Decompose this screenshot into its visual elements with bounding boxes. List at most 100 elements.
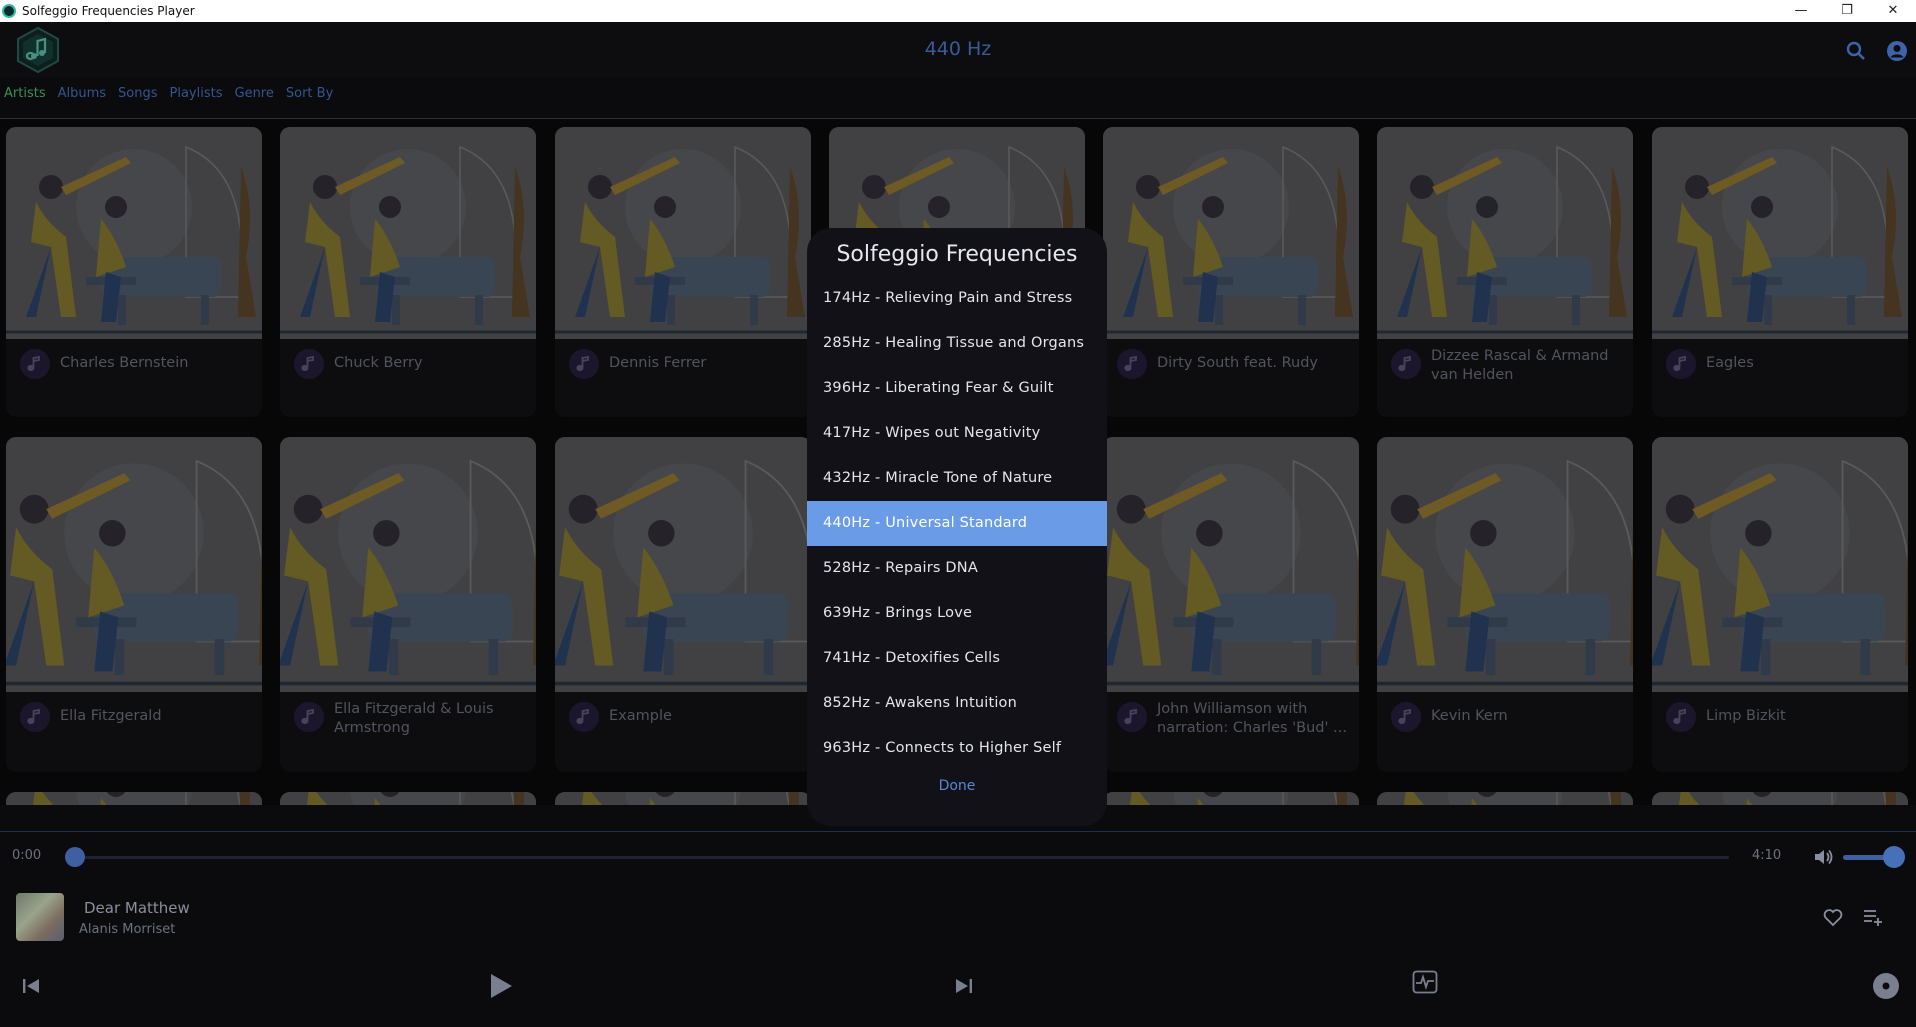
record-disc-icon[interactable] — [1872, 972, 1900, 1000]
frequency-option[interactable]: 396Hz - Liberating Fear & Guilt — [807, 366, 1107, 411]
music-note-icon — [1666, 702, 1696, 732]
app-header: 440 Hz — [0, 22, 1916, 78]
artist-artwork — [1652, 437, 1908, 692]
now-playing-title: Dear Matthew — [84, 899, 190, 917]
music-note-icon — [1117, 702, 1147, 732]
artist-card[interactable]: Kevin Kern — [1377, 437, 1633, 772]
artist-card[interactable]: Dirty South feat. Rudy — [1103, 127, 1359, 417]
seek-bar[interactable] — [75, 856, 1729, 859]
artist-card[interactable] — [280, 792, 536, 805]
tab-songs[interactable]: Songs — [118, 86, 157, 101]
tab-sort-by[interactable]: Sort By — [286, 86, 333, 101]
artist-card[interactable] — [1652, 792, 1908, 805]
artist-artwork — [6, 792, 262, 805]
artist-name: Limp Bizkit — [1706, 708, 1786, 724]
artist-card[interactable] — [1103, 792, 1359, 805]
player-divider — [0, 831, 1916, 832]
frequency-option[interactable]: 432Hz - Miracle Tone of Nature — [807, 456, 1107, 501]
artist-card[interactable]: Example — [555, 437, 811, 772]
artist-card[interactable]: Charles Bernstein — [6, 127, 262, 417]
previous-track-icon[interactable] — [20, 975, 42, 997]
frequency-option[interactable]: 285Hz - Healing Tissue and Organs — [807, 321, 1107, 366]
current-time: 0:00 — [12, 848, 42, 863]
artist-name: Eagles — [1706, 355, 1754, 371]
frequency-list: 174Hz - Relieving Pain and Stress 285Hz -… — [807, 276, 1107, 771]
next-track-icon[interactable] — [953, 975, 975, 997]
dialog-title: Solfeggio Frequencies — [836, 242, 1078, 267]
artist-artwork — [1377, 127, 1633, 339]
frequency-option[interactable]: 174Hz - Relieving Pain and Stress — [807, 276, 1107, 321]
account-icon[interactable] — [1886, 40, 1908, 62]
music-note-icon — [294, 702, 324, 732]
add-to-queue-icon[interactable] — [1862, 906, 1884, 928]
music-note-icon — [1391, 702, 1421, 732]
frequency-activity-icon[interactable] — [1412, 970, 1438, 994]
favorite-heart-icon[interactable] — [1822, 906, 1844, 928]
artist-name: Kevin Kern — [1431, 708, 1508, 724]
artist-artwork — [555, 792, 811, 805]
artist-card[interactable] — [1377, 792, 1633, 805]
now-playing-artwork — [16, 893, 64, 941]
artist-name: Example — [609, 708, 672, 724]
artist-name: Ella Fitzgerald — [60, 708, 162, 724]
frequency-option[interactable]: 528Hz - Repairs DNA — [807, 546, 1107, 591]
minimize-button[interactable]: — — [1778, 0, 1824, 22]
artist-card[interactable]: Ella Fitzgerald & Louis Armstrong — [280, 437, 536, 772]
artist-name: Charles Bernstein — [60, 355, 189, 371]
done-button[interactable]: Done — [807, 778, 1107, 794]
music-note-icon — [569, 702, 599, 732]
volume-handle[interactable] — [1883, 846, 1905, 868]
artist-card[interactable]: Eagles — [1652, 127, 1908, 417]
artist-name: Ella Fitzgerald & Louis Armstrong — [334, 701, 494, 736]
artist-artwork — [280, 437, 536, 692]
volume-icon[interactable] — [1812, 846, 1834, 868]
artist-artwork — [1377, 437, 1633, 692]
artist-card[interactable]: Limp Bizkit — [1652, 437, 1908, 772]
now-playing-artist: Alanis Morriset — [79, 922, 176, 937]
artist-card[interactable]: Chuck Berry — [280, 127, 536, 417]
window-title: Solfeggio Frequencies Player — [22, 4, 195, 18]
tab-genre[interactable]: Genre — [235, 86, 274, 101]
frequency-option[interactable]: 440Hz - Universal Standard — [807, 501, 1107, 546]
frequency-option[interactable]: 417Hz - Wipes out Negativity — [807, 411, 1107, 456]
tab-playlists[interactable]: Playlists — [170, 86, 223, 101]
seek-handle[interactable] — [65, 847, 85, 867]
restore-button[interactable]: ❐ — [1824, 0, 1870, 22]
artist-artwork — [6, 127, 262, 339]
artist-artwork — [1103, 437, 1359, 692]
category-tabs: Artists Albums Songs Playlists Genre Sor… — [4, 86, 333, 101]
artist-artwork — [280, 127, 536, 339]
frequency-picker-dialog: Solfeggio Frequencies 174Hz - Relieving … — [807, 228, 1107, 826]
total-time: 4:10 — [1752, 848, 1782, 863]
artist-name: Dennis Ferrer — [609, 355, 707, 371]
music-note-icon — [20, 349, 50, 379]
frequency-option[interactable]: 963Hz - Connects to Higher Self — [807, 726, 1107, 771]
artist-artwork — [1652, 792, 1908, 805]
frequency-option[interactable]: 741Hz - Detoxifies Cells — [807, 636, 1107, 681]
music-note-icon — [1117, 349, 1147, 379]
artist-card[interactable]: Dizzee Rascal & Armand van Helden — [1377, 127, 1633, 417]
artist-artwork — [1652, 127, 1908, 339]
artist-card[interactable]: Ella Fitzgerald — [6, 437, 262, 772]
artist-artwork — [1103, 792, 1359, 805]
search-icon[interactable] — [1845, 40, 1867, 62]
artist-card[interactable] — [6, 792, 262, 805]
artist-card[interactable]: Dennis Ferrer — [555, 127, 811, 417]
tab-albums[interactable]: Albums — [58, 86, 106, 101]
tab-artists[interactable]: Artists — [4, 86, 46, 101]
artist-artwork — [280, 792, 536, 805]
close-button[interactable]: ✕ — [1870, 0, 1916, 22]
music-note-icon — [569, 349, 599, 379]
play-icon[interactable] — [486, 971, 514, 1001]
artist-name: Chuck Berry — [334, 355, 423, 371]
music-note-icon — [1391, 349, 1421, 379]
frequency-option[interactable]: 639Hz - Brings Love — [807, 591, 1107, 636]
artist-artwork — [1377, 792, 1633, 805]
artist-artwork — [6, 437, 262, 692]
frequency-option[interactable]: 852Hz - Awakens Intuition — [807, 681, 1107, 726]
artist-card[interactable]: John Williamson with narration: Charles … — [1103, 437, 1359, 772]
page-title: 440 Hz — [924, 38, 992, 60]
artist-artwork — [1103, 127, 1359, 339]
music-note-icon — [1666, 349, 1696, 379]
artist-card[interactable] — [555, 792, 811, 805]
